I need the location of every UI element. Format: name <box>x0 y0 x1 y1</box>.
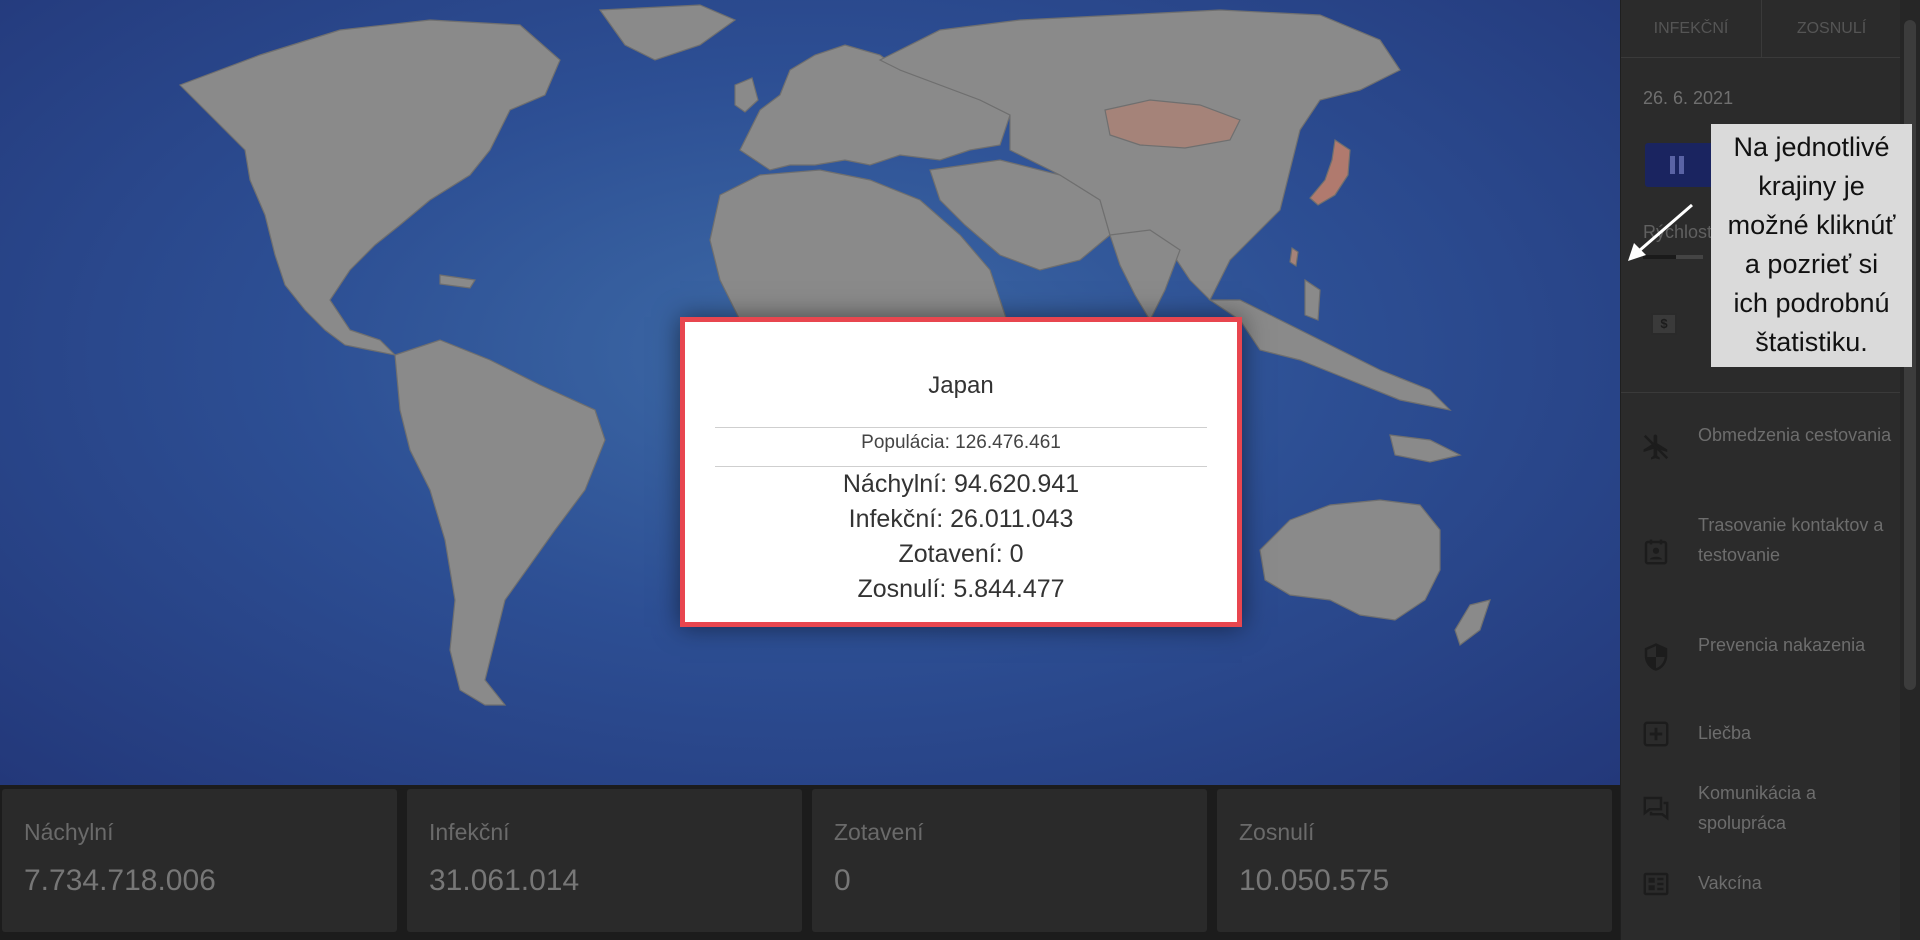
stat-card-susceptible: Náchylní 7.734.718.006 <box>2 789 397 932</box>
annotation-arrow-icon <box>1628 203 1693 261</box>
tab-infectious[interactable]: Infekční <box>1621 0 1761 58</box>
country-uk[interactable] <box>734 77 759 113</box>
menu-label: Prevencia nakazenia <box>1698 635 1866 655</box>
menu-item-vaccine[interactable]: Vakcína <box>1621 868 1901 900</box>
medical-plus-icon <box>1643 721 1669 747</box>
popup-recovered: Zotavení: 0 <box>898 540 1024 568</box>
menu-label: Obmedzenia cestovania <box>1698 425 1892 445</box>
popup-population: Populácia: 126.476.461 <box>861 432 1061 453</box>
popup-country-name: Japan <box>928 372 994 399</box>
stat-card-infectious: Infekční 31.061.014 <box>407 789 802 932</box>
contact-tracing-icon <box>1644 539 1668 565</box>
menu-label: Liečba <box>1698 723 1752 743</box>
menu-item-contact-tracing[interactable]: Trasovanie kontaktov a testovanie <box>1621 510 1901 600</box>
pause-icon <box>1670 156 1684 174</box>
stat-label: Zosnulí <box>1239 819 1315 845</box>
stat-label: Zotavení <box>834 819 924 845</box>
shield-icon <box>1644 643 1668 671</box>
popup-susceptible: Náchylní: 94.620.941 <box>842 470 1080 498</box>
tab-bar: Infekční Zosnulí <box>1621 0 1901 58</box>
country-philippines[interactable] <box>1304 278 1321 321</box>
country-southeast-asia[interactable] <box>1208 299 1452 411</box>
stat-value: 31.061.014 <box>429 864 580 897</box>
callout-line: možné kliknúť <box>1727 210 1896 240</box>
country-taiwan[interactable] <box>1289 246 1299 268</box>
chat-icon <box>1643 796 1669 821</box>
country-south-america[interactable] <box>394 339 606 706</box>
country-popup: Japan Populácia: 126.476.461 Náchylní: 9… <box>680 317 1242 627</box>
stat-label: Infekční <box>429 819 510 845</box>
airplane-off-icon <box>1643 434 1669 460</box>
country-japan[interactable] <box>1309 138 1351 206</box>
menu-label: Komunikácia a spolupráca <box>1698 783 1817 833</box>
callout-line: krajiny je <box>1758 171 1865 201</box>
country-papua-new-guinea[interactable] <box>1389 434 1462 463</box>
country-new-zealand[interactable] <box>1454 599 1491 646</box>
stats-bar: Náchylní 7.734.718.006 Infekční 31.061.0… <box>0 785 1620 940</box>
annotation-callout: Na jednotlivé krajiny je možné kliknúť a… <box>1711 124 1912 367</box>
popup-deceased: Zosnulí: 5.844.477 <box>857 575 1065 603</box>
country-australia[interactable] <box>1259 499 1441 621</box>
callout-line: ich podrobnú <box>1733 288 1890 318</box>
stat-card-deceased: Zosnulí 10.050.575 <box>1217 789 1612 932</box>
popup-infectious: Infekční: 26.011.043 <box>848 505 1074 533</box>
simulation-date: 26. 6. 2021 <box>1643 88 1734 108</box>
popup-divider <box>715 427 1207 428</box>
country-north-america[interactable] <box>178 19 561 356</box>
stat-value: 7.734.718.006 <box>24 864 216 897</box>
money-icon: $ <box>1651 313 1677 335</box>
country-greenland[interactable] <box>598 4 737 61</box>
callout-line: a pozrieť si <box>1744 249 1879 279</box>
menu-item-infection-prevention[interactable]: Prevencia nakazenia <box>1621 630 1901 690</box>
menu-item-treatment[interactable]: Liečba <box>1621 718 1901 750</box>
stat-value: 10.050.575 <box>1239 864 1390 897</box>
vaccine-icon <box>1643 872 1669 896</box>
stat-card-recovered: Zotavení 0 <box>812 789 1207 932</box>
country-india[interactable] <box>1109 229 1181 322</box>
tab-deceased[interactable]: Zosnulí <box>1761 0 1901 58</box>
popup-divider <box>715 466 1207 467</box>
menu-label: Vakcína <box>1698 873 1762 893</box>
callout-line: štatistiku. <box>1755 327 1868 357</box>
stat-label: Náchylní <box>24 819 114 845</box>
country-caribbean[interactable] <box>439 274 476 289</box>
stat-value: 0 <box>834 864 851 897</box>
menu-item-communication[interactable]: Komunikácia a spolupráca <box>1621 778 1901 838</box>
callout-line: Na jednotlivé <box>1733 132 1890 162</box>
menu-label: Trasovanie kontaktov a testovanie <box>1698 515 1884 565</box>
menu-item-travel-restrictions[interactable]: Obmedzenia cestovania <box>1621 420 1901 480</box>
divider <box>1621 392 1901 393</box>
